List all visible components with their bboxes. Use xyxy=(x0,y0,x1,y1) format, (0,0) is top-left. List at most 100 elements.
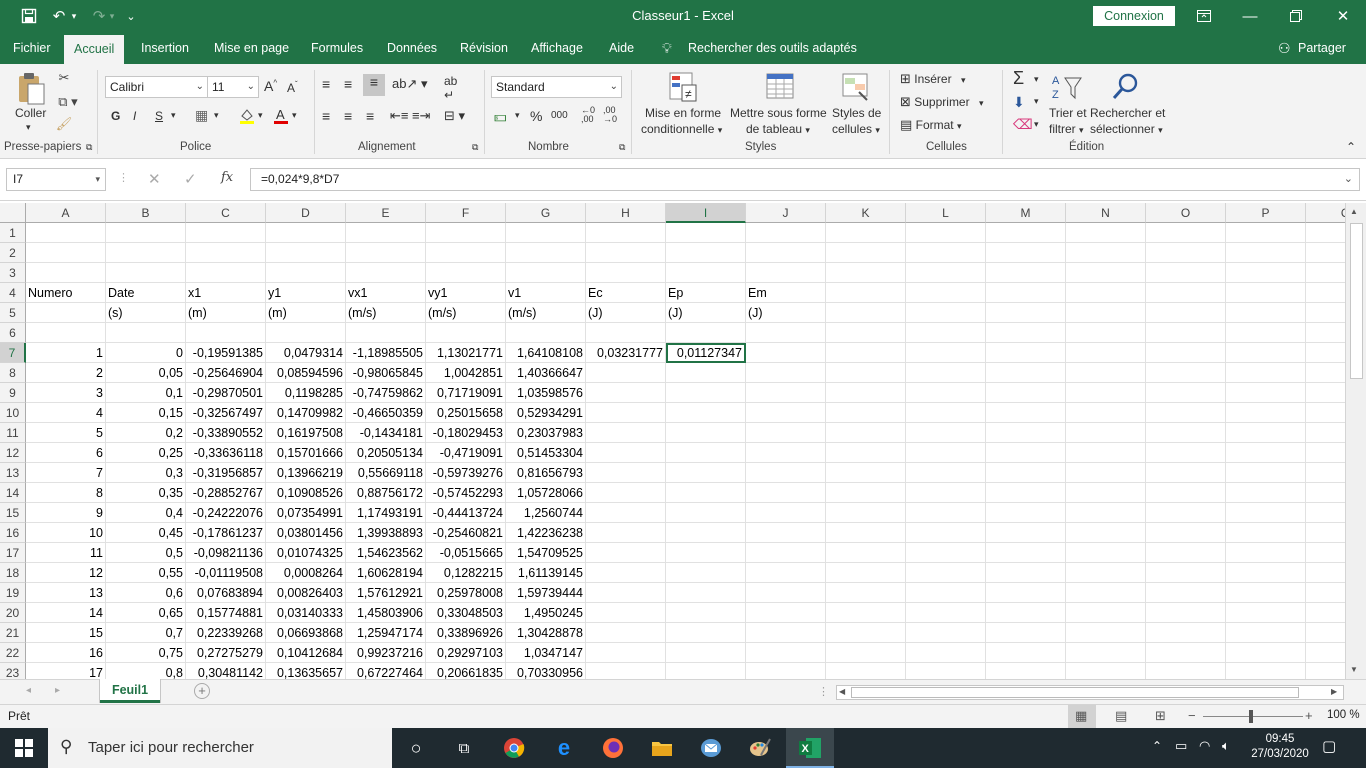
cell-o15[interactable] xyxy=(1146,503,1226,523)
name-box[interactable]: I7 ▾ xyxy=(6,168,106,191)
cell-c14[interactable]: -0,28852767 xyxy=(186,483,266,503)
cell-e2[interactable] xyxy=(346,243,426,263)
cell-e8[interactable]: -0,98065845 xyxy=(346,363,426,383)
cell-c9[interactable]: -0,29870501 xyxy=(186,383,266,403)
cell-i2[interactable] xyxy=(666,243,746,263)
cell-p6[interactable] xyxy=(1226,323,1306,343)
cell-c18[interactable]: -0,01119508 xyxy=(186,563,266,583)
cell-l7[interactable] xyxy=(906,343,986,363)
cell-c4[interactable]: x1 xyxy=(186,283,266,303)
insert-function-icon[interactable]: fx xyxy=(221,170,233,185)
cell-c22[interactable]: 0,27275279 xyxy=(186,643,266,663)
row-header-18[interactable]: 18 xyxy=(0,563,26,583)
cell-n17[interactable] xyxy=(1066,543,1146,563)
cell-n23[interactable] xyxy=(1066,663,1146,679)
align-bottom-icon[interactable]: ≡ xyxy=(363,74,385,96)
cell-h6[interactable] xyxy=(586,323,666,343)
cell-q3[interactable] xyxy=(1306,263,1345,283)
cell-q23[interactable] xyxy=(1306,663,1345,679)
cell-styles-icon[interactable] xyxy=(840,70,872,104)
cell-styles-label-2[interactable]: cellules ▾ xyxy=(832,122,880,136)
tab-revision[interactable]: Révision xyxy=(460,32,508,64)
expand-formula-bar-icon[interactable]: ⌄ xyxy=(1344,169,1353,190)
cell-d11[interactable]: 0,16197508 xyxy=(266,423,346,443)
format-cells-button[interactable]: ▤ Format ▾ xyxy=(900,117,962,133)
column-header-j[interactable]: J xyxy=(746,203,826,223)
clipboard-launcher-icon[interactable]: ⧉ xyxy=(86,142,92,153)
thousands-separator-button[interactable]: 000 xyxy=(551,110,568,121)
cell-e17[interactable]: 1,54623562 xyxy=(346,543,426,563)
notifications-icon[interactable]: ▢ xyxy=(1322,737,1336,755)
cell-b11[interactable]: 0,2 xyxy=(106,423,186,443)
cell-a22[interactable]: 16 xyxy=(26,643,106,663)
cell-p2[interactable] xyxy=(1226,243,1306,263)
column-header-q[interactable]: Q xyxy=(1306,203,1345,223)
page-layout-view-icon[interactable]: ▤ xyxy=(1115,708,1127,724)
fill-icon[interactable]: ⬇ xyxy=(1013,94,1025,111)
cell-q20[interactable] xyxy=(1306,603,1345,623)
cell-m19[interactable] xyxy=(986,583,1066,603)
cell-k13[interactable] xyxy=(826,463,906,483)
cell-h12[interactable] xyxy=(586,443,666,463)
cell-a9[interactable]: 3 xyxy=(26,383,106,403)
cell-k22[interactable] xyxy=(826,643,906,663)
chevron-down-icon[interactable]: ▾ xyxy=(95,169,100,190)
cell-d20[interactable]: 0,03140333 xyxy=(266,603,346,623)
row-header-3[interactable]: 3 xyxy=(0,263,26,283)
italic-button[interactable]: I xyxy=(133,109,136,123)
paint-app-icon[interactable] xyxy=(748,736,772,760)
cell-f20[interactable]: 0,33048503 xyxy=(426,603,506,623)
cortana-icon[interactable]: ○ xyxy=(404,736,428,760)
mail-app-icon[interactable] xyxy=(699,736,723,760)
column-header-n[interactable]: N xyxy=(1066,203,1146,223)
cell-j11[interactable] xyxy=(746,423,826,443)
cell-k14[interactable] xyxy=(826,483,906,503)
cell-i19[interactable] xyxy=(666,583,746,603)
cell-b17[interactable]: 0,5 xyxy=(106,543,186,563)
cell-i17[interactable] xyxy=(666,543,746,563)
cell-h20[interactable] xyxy=(586,603,666,623)
cell-g14[interactable]: 1,05728066 xyxy=(506,483,586,503)
column-header-e[interactable]: E xyxy=(346,203,426,223)
cell-k19[interactable] xyxy=(826,583,906,603)
cell-l11[interactable] xyxy=(906,423,986,443)
cell-q6[interactable] xyxy=(1306,323,1345,343)
cell-q15[interactable] xyxy=(1306,503,1345,523)
cell-q21[interactable] xyxy=(1306,623,1345,643)
autosum-dropdown-icon[interactable]: ▾ xyxy=(1034,74,1039,85)
cell-l12[interactable] xyxy=(906,443,986,463)
zoom-level[interactable]: 100 % xyxy=(1327,709,1360,721)
cell-m13[interactable] xyxy=(986,463,1066,483)
row-header-8[interactable]: 8 xyxy=(0,363,26,383)
row-header-16[interactable]: 16 xyxy=(0,523,26,543)
cell-p13[interactable] xyxy=(1226,463,1306,483)
cell-a12[interactable]: 6 xyxy=(26,443,106,463)
cell-l9[interactable] xyxy=(906,383,986,403)
cell-q10[interactable] xyxy=(1306,403,1345,423)
row-header-14[interactable]: 14 xyxy=(0,483,26,503)
cell-c17[interactable]: -0,09821136 xyxy=(186,543,266,563)
cell-m4[interactable] xyxy=(986,283,1066,303)
cell-k1[interactable] xyxy=(826,223,906,243)
cell-f4[interactable]: vy1 xyxy=(426,283,506,303)
battery-icon[interactable]: ▭ xyxy=(1175,738,1187,754)
cell-a16[interactable]: 10 xyxy=(26,523,106,543)
cell-i21[interactable] xyxy=(666,623,746,643)
cell-q9[interactable] xyxy=(1306,383,1345,403)
format-as-table-icon[interactable] xyxy=(764,70,798,104)
cell-c3[interactable] xyxy=(186,263,266,283)
sort-filter-label-1[interactable]: Trier et xyxy=(1049,106,1087,120)
cell-q18[interactable] xyxy=(1306,563,1345,583)
cell-c1[interactable] xyxy=(186,223,266,243)
borders-icon[interactable]: ▦ xyxy=(195,107,208,124)
cell-i10[interactable] xyxy=(666,403,746,423)
cell-c21[interactable]: 0,22339268 xyxy=(186,623,266,643)
cell-q16[interactable] xyxy=(1306,523,1345,543)
cell-d2[interactable] xyxy=(266,243,346,263)
zoom-slider-thumb[interactable] xyxy=(1249,710,1253,723)
show-hidden-icons[interactable]: ⌃ xyxy=(1152,739,1162,753)
cell-f13[interactable]: -0,59739276 xyxy=(426,463,506,483)
cell-f6[interactable] xyxy=(426,323,506,343)
cell-n3[interactable] xyxy=(1066,263,1146,283)
cell-l1[interactable] xyxy=(906,223,986,243)
